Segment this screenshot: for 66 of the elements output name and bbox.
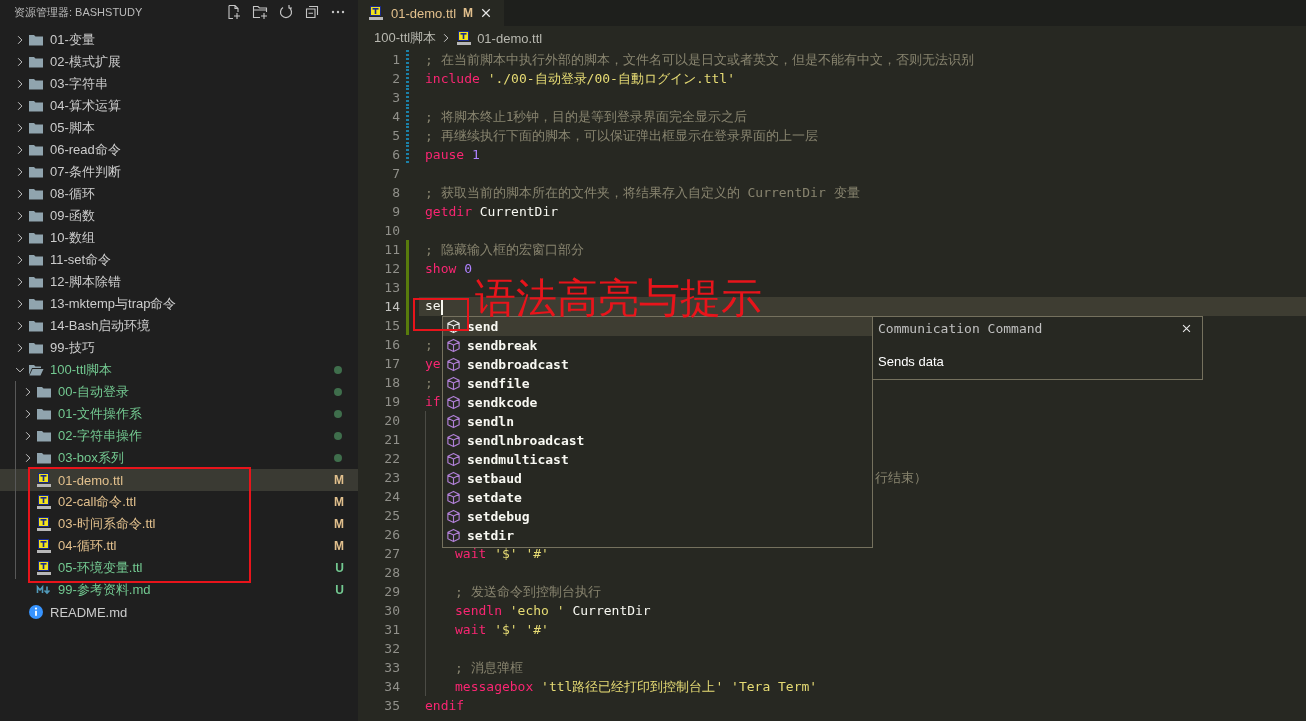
- line-number: 10: [383, 223, 400, 238]
- line-number: 14: [383, 299, 400, 314]
- line-number: 35: [383, 698, 400, 713]
- line-number: 34: [383, 679, 400, 694]
- line-number: 20: [383, 413, 400, 428]
- line-number: 3: [391, 90, 400, 105]
- code-line: ye: [425, 356, 441, 371]
- code-line: pause 1: [425, 147, 480, 162]
- code-line: ; 发送命令到控制台执行: [455, 582, 601, 601]
- code-line: wait '$' '#': [455, 622, 549, 637]
- line-number: 8: [391, 185, 400, 200]
- line-number: 5: [391, 128, 400, 143]
- code-line: ; 消息弹框: [455, 658, 523, 677]
- line-number: 7: [391, 166, 400, 181]
- code-line: show 0: [425, 261, 472, 276]
- git-status: M: [334, 539, 344, 553]
- code-line: ;: [425, 375, 433, 390]
- git-status: M: [334, 473, 344, 487]
- git-status: M: [334, 517, 344, 531]
- line-number: 29: [383, 584, 400, 599]
- code-line: getdir CurrentDir: [425, 204, 559, 219]
- git-status: M: [463, 6, 474, 20]
- line-number: 2: [391, 71, 400, 86]
- code-line: ; 获取当前的脚本所在的文件夹，将结果存入自定义的 CurrentDir 变量: [425, 183, 860, 202]
- code-line: se: [425, 298, 443, 315]
- line-number: 19: [383, 394, 400, 409]
- line-number: 12: [383, 261, 400, 276]
- line-number: 15: [383, 318, 400, 333]
- code-line: ; 将脚本终止1秒钟，目的是等到登录界面完全显示之后: [425, 107, 748, 126]
- details-description: Sends data: [878, 354, 945, 369]
- code-line: ; 隐藏输入框的宏窗口部分: [425, 240, 584, 259]
- explorer-title: 资源管理器: BASHSTUDY: [14, 4, 144, 20]
- line-number: 18: [383, 375, 400, 390]
- line-number: 33: [383, 660, 400, 675]
- line-number: 22: [383, 451, 400, 466]
- line-number: 23: [383, 470, 400, 485]
- line-number: 17: [383, 356, 400, 371]
- code-line: sendln 'echo ' CurrentDir: [455, 603, 651, 618]
- code-line: ; 在当前脚本中执行外部的脚本，文件名可以是日文或者英文，但是不能有中文，否则无法识别: [425, 50, 974, 69]
- line-number: 1: [391, 52, 400, 67]
- git-status: U: [335, 583, 344, 597]
- code-line: include './00-自动登录/00-自動ログイン.ttl': [425, 69, 736, 88]
- line-number: 32: [383, 641, 400, 656]
- code-line: if: [425, 394, 441, 409]
- line-number: 6: [391, 147, 400, 162]
- line-number: 30: [383, 603, 400, 618]
- line-number: 26: [383, 527, 400, 542]
- line-number: 28: [383, 565, 400, 580]
- code-line: messagebox 'ttl路径已经打印到控制台上' 'Tera Term': [455, 677, 818, 696]
- git-status: M: [334, 495, 344, 509]
- line-number: 31: [383, 622, 400, 637]
- git-status: U: [335, 561, 344, 575]
- code-line: ;: [425, 337, 433, 352]
- line-number: 21: [383, 432, 400, 447]
- line-number: 11: [383, 242, 400, 257]
- line-number: 25: [383, 508, 400, 523]
- line-number: 4: [391, 109, 400, 124]
- code-line: endif: [425, 698, 465, 713]
- line-number: 27: [383, 546, 400, 561]
- details-title: Communication Command: [878, 321, 1044, 336]
- line-number: 9: [391, 204, 400, 219]
- code-line: wait '$' '#': [455, 546, 549, 561]
- line-number: 24: [383, 489, 400, 504]
- line-number: 16: [383, 337, 400, 352]
- line-number: 13: [383, 280, 400, 295]
- code-line: 行结束）: [875, 468, 927, 487]
